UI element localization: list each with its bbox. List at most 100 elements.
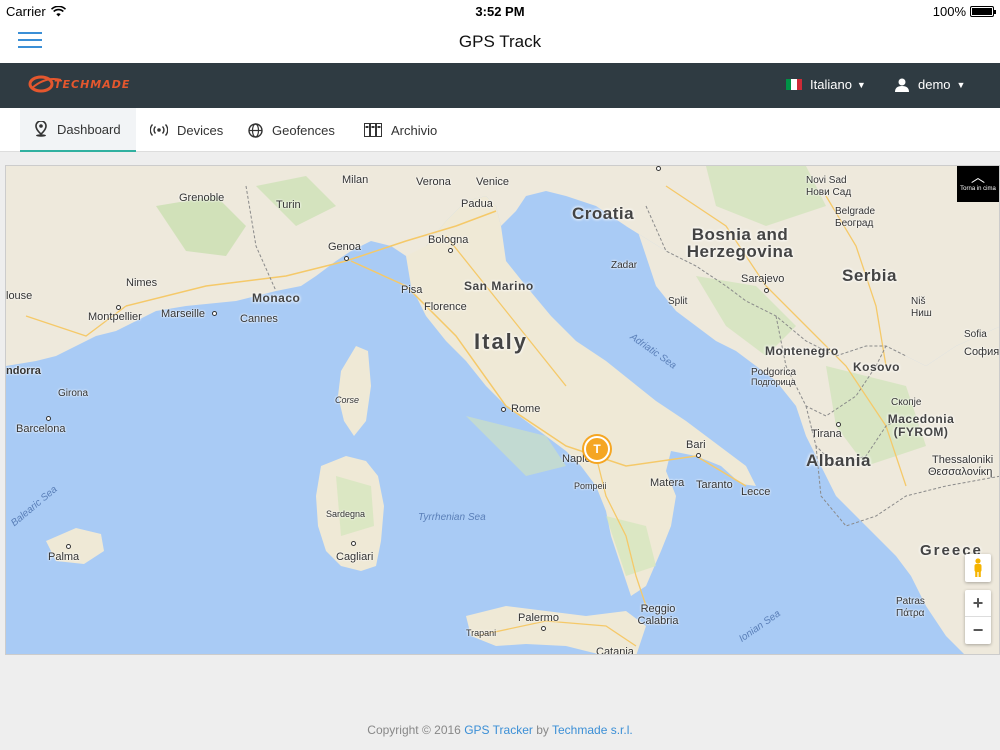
- city-dot: [116, 305, 121, 310]
- status-bar: Carrier 3:52 PM 100%: [0, 0, 1000, 22]
- country-label-italy: Italy: [474, 329, 529, 354]
- map-pin-icon: [35, 121, 47, 137]
- footer-by: by: [532, 723, 552, 737]
- city-label-sofia-cyr: София: [964, 346, 1000, 358]
- city-label-nis: Niš: [911, 296, 926, 307]
- tracker-marker[interactable]: T: [584, 436, 610, 462]
- footer-copyright: Copyright © 2016: [367, 723, 465, 737]
- city-label-grenoble: Grenoble: [179, 192, 225, 204]
- city-label-patras: Patras: [896, 596, 925, 607]
- zoom-out-button[interactable]: −: [965, 617, 991, 644]
- city-label-tirana: Tirana: [811, 428, 842, 440]
- city-dot: [351, 541, 356, 546]
- tab-geofences[interactable]: Geofences: [234, 108, 349, 152]
- city-dot: [541, 626, 546, 631]
- tab-archivio[interactable]: Archivio: [350, 108, 451, 152]
- app-title-bar: GPS Track: [0, 22, 1000, 63]
- country-label-kosovo: Kosovo: [853, 360, 901, 374]
- country-label-serbia: Serbia: [842, 266, 897, 285]
- chevron-down-icon: ▼: [956, 79, 966, 90]
- app-title: GPS Track: [458, 32, 542, 51]
- techmade-logo[interactable]: TECHMADE: [28, 73, 130, 95]
- city-label-taranto: Taranto: [696, 479, 733, 491]
- italy-flag-icon: [786, 79, 802, 90]
- city-dot: [696, 453, 701, 458]
- city-label-sarajevo: Sarajevo: [741, 273, 785, 285]
- zoom-controls: + −: [965, 590, 991, 644]
- chevron-up-icon: ︿: [971, 169, 985, 185]
- city-label-skopje: Скопје: [891, 397, 922, 408]
- city-label-andorra: ndorra: [6, 365, 41, 377]
- city-label-cannes: Cannes: [240, 313, 278, 325]
- city-label-sofia: Sofia: [964, 329, 987, 340]
- archive-icon: [364, 123, 382, 137]
- city-dot: [448, 248, 453, 253]
- city-label-montpellier: Montpellier: [88, 311, 142, 323]
- city-label-marseille: Marseille: [161, 308, 206, 320]
- user-menu[interactable]: demo ▼: [895, 77, 965, 92]
- city-label-novi-sad: Novi Sad: [806, 175, 847, 186]
- user-icon: [895, 78, 909, 92]
- battery-info: 100%: [932, 4, 996, 19]
- city-label-milan: Milan: [342, 174, 369, 186]
- city-dot: [66, 544, 71, 549]
- country-label-san-marino: San Marino: [464, 279, 534, 293]
- city-dot: [212, 311, 217, 316]
- city-dot: [836, 422, 841, 427]
- city-label-turin: Turin: [276, 199, 301, 211]
- city-label-toulouse: louse: [6, 290, 33, 302]
- back-to-top-button[interactable]: ︿ Torna in cima: [957, 166, 999, 202]
- pegman-figure-icon: [974, 558, 982, 577]
- city-label-venice: Venice: [476, 176, 510, 188]
- back-to-top-label: Torna in cima: [960, 186, 996, 192]
- street-view-pegman-icon[interactable]: [965, 554, 991, 582]
- tab-label: Dashboard: [57, 121, 121, 137]
- city-label-reggio: Reggio Calabria: [637, 603, 679, 627]
- city-label-rome: Rome: [511, 403, 541, 415]
- city-label-patras-gr: Πάτρα: [896, 608, 925, 619]
- city-dot: [46, 416, 51, 421]
- city-label-thessaloniki: Thessaloniki: [932, 454, 994, 466]
- tab-dashboard[interactable]: Dashboard: [20, 108, 136, 152]
- sea-label-tyrrhenian: Tyrrhenian Sea: [418, 512, 486, 523]
- status-time: 3:52 PM: [475, 4, 525, 19]
- country-label-macedonia: Macedonia (FYROM): [887, 412, 955, 439]
- zoom-in-button[interactable]: +: [965, 590, 991, 617]
- tab-devices[interactable]: Devices: [136, 108, 237, 152]
- footer-link-gps-tracker[interactable]: GPS Tracker: [464, 723, 533, 737]
- city-label-podgorica-cyr: Подгорица: [751, 377, 796, 387]
- chevron-down-icon: ▼: [856, 79, 866, 90]
- city-label-bologna: Bologna: [428, 234, 469, 246]
- city-label-novi-sad-cyr: Нови Сад: [806, 187, 852, 198]
- city-label-barcelona: Barcelona: [16, 423, 66, 435]
- city-label-corse: Corse: [335, 395, 360, 405]
- language-selector[interactable]: Italiano ▼: [786, 77, 866, 92]
- logo-text: TECHMADE: [54, 77, 131, 91]
- language-label: Italiano: [810, 77, 852, 92]
- city-label-verona: Verona: [416, 176, 451, 188]
- globe-icon: [248, 122, 263, 138]
- broadcast-icon: [150, 124, 168, 136]
- battery-icon: [970, 6, 996, 17]
- footer-link-techmade[interactable]: Techmade s.r.l.: [552, 723, 633, 737]
- city-label-belgrade-cyr: Београд: [835, 218, 874, 229]
- country-label-montenegro: Montenegro: [765, 344, 839, 358]
- city-label-trapani: Trapani: [466, 628, 497, 638]
- city-label-catania: Catania: [596, 646, 634, 655]
- main-tabs: Dashboard Devices Geofences Archivio: [0, 108, 1000, 152]
- city-label-zadar: Zadar: [611, 260, 638, 271]
- city-label-padua: Padua: [461, 198, 493, 210]
- city-label-florence: Florence: [424, 301, 467, 313]
- city-label-genoa: Genoa: [328, 241, 362, 253]
- city-dot: [656, 166, 661, 171]
- marker-letter: T: [593, 442, 601, 456]
- battery-percent: 100%: [932, 4, 966, 19]
- city-label-pompeii: Pompeii: [574, 481, 607, 491]
- map-view[interactable]: Italy Croatia Bosnia and Herzegovina Ser…: [5, 165, 1000, 655]
- country-label-bosnia: Bosnia and Herzegovina: [686, 225, 794, 261]
- city-label-nimes: Nimes: [126, 277, 158, 289]
- city-label-lecce: Lecce: [741, 486, 771, 498]
- user-name: demo: [918, 77, 951, 92]
- city-label-girona: Girona: [58, 388, 89, 399]
- city-dot: [501, 407, 506, 412]
